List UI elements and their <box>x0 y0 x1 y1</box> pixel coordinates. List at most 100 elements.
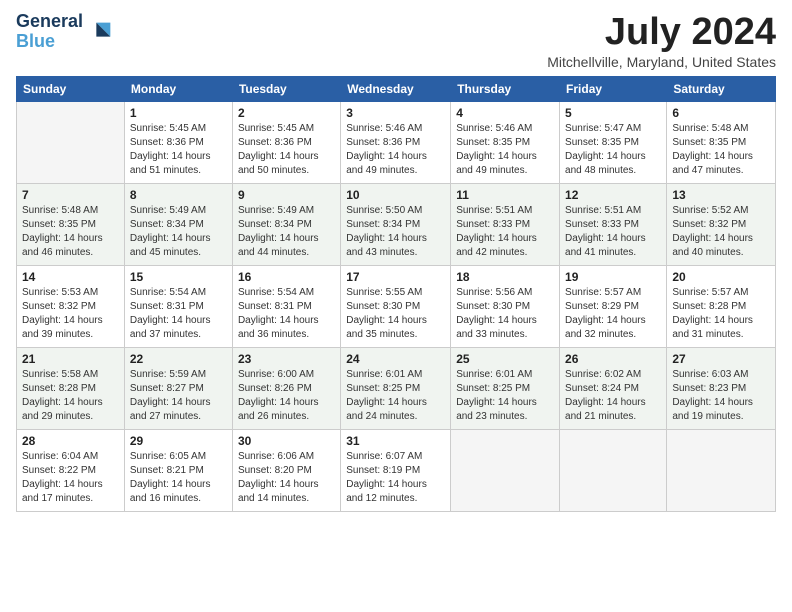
day-number: 7 <box>22 188 119 202</box>
calendar-week-row: 14 Sunrise: 5:53 AMSunset: 8:32 PMDayligh… <box>17 265 776 347</box>
calendar-week-row: 1 Sunrise: 5:45 AMSunset: 8:36 PMDaylight… <box>17 101 776 183</box>
day-info: Sunrise: 5:55 AMSunset: 8:30 PMDaylight:… <box>346 286 445 342</box>
col-tuesday: Tuesday <box>232 76 340 101</box>
day-info: Sunrise: 6:06 AMSunset: 8:20 PMDaylight:… <box>238 450 335 506</box>
day-info: Sunrise: 5:45 AMSunset: 8:36 PMDaylight:… <box>238 122 335 178</box>
day-number: 20 <box>672 270 770 284</box>
day-info: Sunrise: 5:59 AMSunset: 8:27 PMDaylight:… <box>130 368 227 424</box>
day-info: Sunrise: 6:04 AMSunset: 8:22 PMDaylight:… <box>22 450 119 506</box>
table-row <box>560 429 667 511</box>
day-info: Sunrise: 5:52 AMSunset: 8:32 PMDaylight:… <box>672 204 770 260</box>
table-row: 13 Sunrise: 5:52 AMSunset: 8:32 PMDayligh… <box>667 183 776 265</box>
table-row: 28Sunrise: 6:04 AMSunset: 8:22 PMDayligh… <box>17 429 125 511</box>
table-row: 19 Sunrise: 5:57 AMSunset: 8:29 PMDayligh… <box>560 265 667 347</box>
day-info: Sunrise: 5:54 AMSunset: 8:31 PMDaylight:… <box>130 286 227 342</box>
table-row: 17 Sunrise: 5:55 AMSunset: 8:30 PMDayligh… <box>341 265 451 347</box>
day-number: 27 <box>672 352 770 366</box>
table-row: 25 Sunrise: 6:01 AMSunset: 8:25 PMDayligh… <box>451 347 560 429</box>
day-number: 26 <box>565 352 661 366</box>
day-number: 25 <box>456 352 554 366</box>
day-number: 3 <box>346 106 445 120</box>
day-number: 12 <box>565 188 661 202</box>
table-row: 15 Sunrise: 5:54 AMSunset: 8:31 PMDayligh… <box>124 265 232 347</box>
logo-icon <box>87 18 115 46</box>
calendar-table: Sunday Monday Tuesday Wednesday Thursday… <box>16 76 776 512</box>
table-row: 23 Sunrise: 6:00 AMSunset: 8:26 PMDayligh… <box>232 347 340 429</box>
table-row: 4 Sunrise: 5:46 AMSunset: 8:35 PMDaylight… <box>451 101 560 183</box>
table-row: 6 Sunrise: 5:48 AMSunset: 8:35 PMDaylight… <box>667 101 776 183</box>
day-info: Sunrise: 5:54 AMSunset: 8:31 PMDaylight:… <box>238 286 335 342</box>
day-info: Sunrise: 6:00 AMSunset: 8:26 PMDaylight:… <box>238 368 335 424</box>
day-number: 11 <box>456 188 554 202</box>
month-title: July 2024 <box>547 12 776 54</box>
day-number: 17 <box>346 270 445 284</box>
day-info: Sunrise: 5:46 AMSunset: 8:35 PMDaylight:… <box>456 122 554 178</box>
day-number: 1 <box>130 106 227 120</box>
day-info: Sunrise: 5:53 AMSunset: 8:32 PMDaylight:… <box>22 286 119 342</box>
table-row: 14 Sunrise: 5:53 AMSunset: 8:32 PMDayligh… <box>17 265 125 347</box>
day-info: Sunrise: 6:03 AMSunset: 8:23 PMDaylight:… <box>672 368 770 424</box>
day-info: Sunrise: 5:49 AMSunset: 8:34 PMDaylight:… <box>238 204 335 260</box>
calendar-header-row: Sunday Monday Tuesday Wednesday Thursday… <box>17 76 776 101</box>
day-info: Sunrise: 5:51 AMSunset: 8:33 PMDaylight:… <box>456 204 554 260</box>
col-wednesday: Wednesday <box>341 76 451 101</box>
day-info: Sunrise: 5:57 AMSunset: 8:28 PMDaylight:… <box>672 286 770 342</box>
table-row: 11 Sunrise: 5:51 AMSunset: 8:33 PMDayligh… <box>451 183 560 265</box>
table-row <box>667 429 776 511</box>
day-info: Sunrise: 5:57 AMSunset: 8:29 PMDaylight:… <box>565 286 661 342</box>
table-row: 24 Sunrise: 6:01 AMSunset: 8:25 PMDayligh… <box>341 347 451 429</box>
table-row: 30 Sunrise: 6:06 AMSunset: 8:20 PMDayligh… <box>232 429 340 511</box>
day-info: Sunrise: 6:01 AMSunset: 8:25 PMDaylight:… <box>456 368 554 424</box>
day-info: Sunrise: 5:51 AMSunset: 8:33 PMDaylight:… <box>565 204 661 260</box>
day-number: 21 <box>22 352 119 366</box>
day-number: 4 <box>456 106 554 120</box>
table-row: 7 Sunrise: 5:48 AMSunset: 8:35 PMDaylight… <box>17 183 125 265</box>
table-row: 26 Sunrise: 6:02 AMSunset: 8:24 PMDayligh… <box>560 347 667 429</box>
table-row: 9Sunrise: 5:49 AMSunset: 8:34 PMDaylight… <box>232 183 340 265</box>
table-row: 12 Sunrise: 5:51 AMSunset: 8:33 PMDayligh… <box>560 183 667 265</box>
day-info: Sunrise: 6:07 AMSunset: 8:19 PMDaylight:… <box>346 450 445 506</box>
day-number: 22 <box>130 352 227 366</box>
day-number: 24 <box>346 352 445 366</box>
day-number: 8 <box>130 188 227 202</box>
day-number: 23 <box>238 352 335 366</box>
logo: GeneralBlue <box>16 12 115 52</box>
day-number: 18 <box>456 270 554 284</box>
table-row: 22 Sunrise: 5:59 AMSunset: 8:27 PMDayligh… <box>124 347 232 429</box>
day-info: Sunrise: 6:02 AMSunset: 8:24 PMDaylight:… <box>565 368 661 424</box>
day-number: 13 <box>672 188 770 202</box>
day-info: Sunrise: 6:01 AMSunset: 8:25 PMDaylight:… <box>346 368 445 424</box>
day-info: Sunrise: 5:45 AMSunset: 8:36 PMDaylight:… <box>130 122 227 178</box>
day-number: 30 <box>238 434 335 448</box>
col-sunday: Sunday <box>17 76 125 101</box>
day-info: Sunrise: 5:56 AMSunset: 8:30 PMDaylight:… <box>456 286 554 342</box>
day-info: Sunrise: 5:47 AMSunset: 8:35 PMDaylight:… <box>565 122 661 178</box>
table-row: 16 Sunrise: 5:54 AMSunset: 8:31 PMDayligh… <box>232 265 340 347</box>
day-number: 19 <box>565 270 661 284</box>
table-row <box>451 429 560 511</box>
day-number: 5 <box>565 106 661 120</box>
day-info: Sunrise: 6:05 AMSunset: 8:21 PMDaylight:… <box>130 450 227 506</box>
day-number: 14 <box>22 270 119 284</box>
day-number: 2 <box>238 106 335 120</box>
day-number: 16 <box>238 270 335 284</box>
table-row: 10Sunrise: 5:50 AMSunset: 8:34 PMDayligh… <box>341 183 451 265</box>
header: GeneralBlue July 2024 Mitchellville, Mar… <box>16 12 776 70</box>
calendar-week-row: 28Sunrise: 6:04 AMSunset: 8:22 PMDayligh… <box>17 429 776 511</box>
day-info: Sunrise: 5:48 AMSunset: 8:35 PMDaylight:… <box>22 204 119 260</box>
day-number: 6 <box>672 106 770 120</box>
col-friday: Friday <box>560 76 667 101</box>
col-monday: Monday <box>124 76 232 101</box>
location: Mitchellville, Maryland, United States <box>547 54 776 70</box>
day-number: 15 <box>130 270 227 284</box>
day-info: Sunrise: 5:48 AMSunset: 8:35 PMDaylight:… <box>672 122 770 178</box>
logo-text: GeneralBlue <box>16 12 83 52</box>
day-info: Sunrise: 5:50 AMSunset: 8:34 PMDaylight:… <box>346 204 445 260</box>
page-container: GeneralBlue July 2024 Mitchellville, Mar… <box>0 0 792 520</box>
table-row: 18 Sunrise: 5:56 AMSunset: 8:30 PMDayligh… <box>451 265 560 347</box>
title-area: July 2024 Mitchellville, Maryland, Unite… <box>547 12 776 70</box>
table-row: 29Sunrise: 6:05 AMSunset: 8:21 PMDayligh… <box>124 429 232 511</box>
table-row: 3Sunrise: 5:46 AMSunset: 8:36 PMDaylight… <box>341 101 451 183</box>
day-number: 31 <box>346 434 445 448</box>
calendar-week-row: 7 Sunrise: 5:48 AMSunset: 8:35 PMDaylight… <box>17 183 776 265</box>
